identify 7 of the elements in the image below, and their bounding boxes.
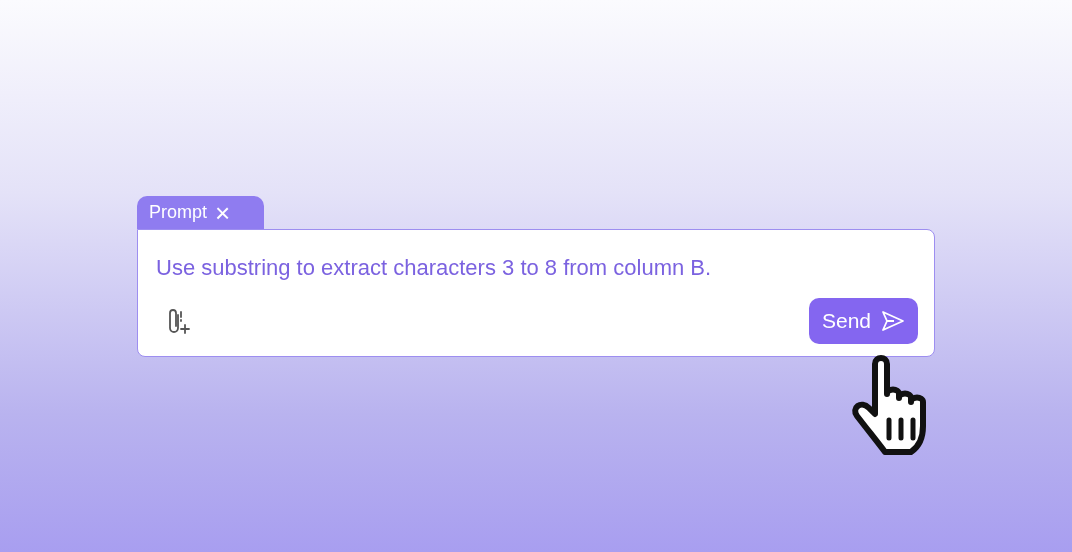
close-icon[interactable]: ×: [215, 199, 231, 226]
prompt-tab[interactable]: Prompt ×: [137, 196, 264, 229]
send-button[interactable]: Send: [808, 298, 918, 344]
prompt-field[interactable]: Use substring to extract characters 3 to 8 from column B.: [156, 254, 916, 282]
attach-icon[interactable]: [166, 307, 190, 335]
send-icon: [881, 310, 905, 332]
tab-label: Prompt: [149, 201, 208, 224]
